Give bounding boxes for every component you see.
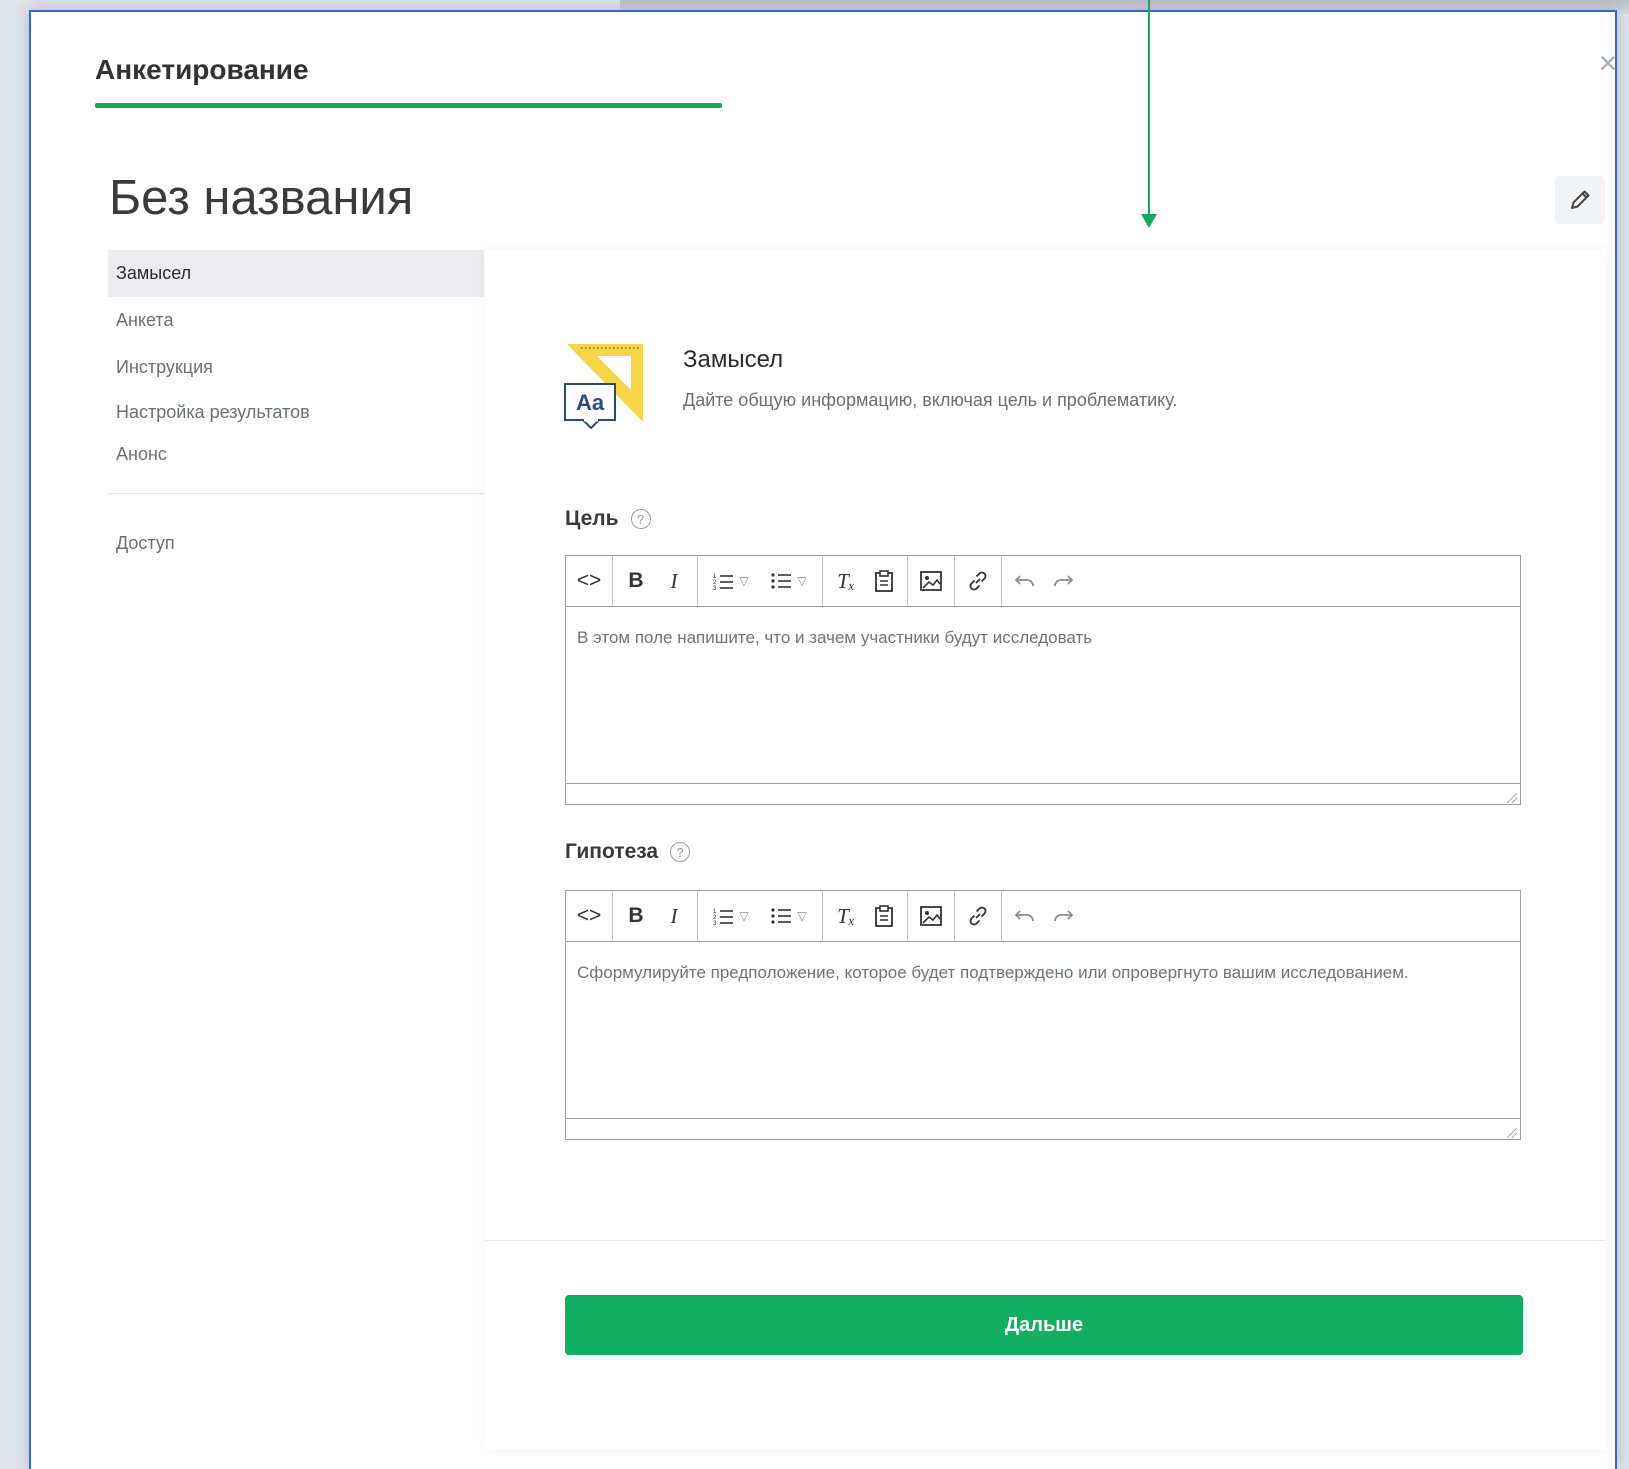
sidebar-item-instruction[interactable]: Инструкция — [108, 344, 484, 391]
bullet-list-icon — [771, 573, 792, 589]
goal-label-text: Цель — [565, 507, 619, 530]
image-icon — [920, 571, 942, 591]
sidebar-item-zamysel[interactable]: Замысел — [108, 250, 484, 297]
numbered-list-button[interactable]: 123 ▽ — [702, 894, 760, 938]
undo-icon — [1014, 575, 1034, 587]
hypothesis-label: Гипотеза ? — [565, 840, 691, 864]
clipboard-icon — [875, 905, 893, 927]
svg-text:3: 3 — [713, 921, 717, 925]
link-icon — [969, 906, 987, 926]
survey-name: Без названия — [109, 171, 414, 225]
goal-editor: <> B I 123 ▽ ▽ Tₓ В этом поле напишите, … — [565, 555, 1521, 805]
goal-input[interactable]: В этом поле напишите, что и зачем участн… — [566, 607, 1520, 783]
numbered-list-icon: 123 — [713, 574, 734, 590]
title-underline — [95, 103, 722, 108]
source-code-button[interactable]: <> — [570, 559, 608, 603]
help-icon[interactable]: ? — [670, 842, 691, 862]
bold-button[interactable]: B — [617, 559, 655, 603]
editor-statusbar — [566, 783, 1520, 806]
hypothesis-editor: <> B I 123 ▽ ▽ Tₓ Сформулируйте предполо… — [565, 890, 1521, 1140]
chevron-down-icon: ▽ — [739, 574, 749, 588]
paste-button[interactable] — [865, 894, 903, 938]
insert-link-button[interactable] — [959, 894, 997, 938]
image-icon — [920, 906, 942, 926]
resize-handle[interactable] — [1507, 793, 1517, 803]
annotation-arrow-line — [1148, 0, 1150, 215]
svg-text:3: 3 — [713, 586, 717, 590]
clear-format-button[interactable]: Tₓ — [827, 894, 865, 938]
chevron-down-icon: ▽ — [739, 909, 749, 923]
undo-button[interactable] — [1006, 894, 1044, 938]
help-icon[interactable]: ? — [630, 509, 651, 529]
modal-title: Анкетирование — [95, 54, 309, 85]
next-button[interactable]: Дальше — [565, 1295, 1523, 1355]
goal-label: Цель ? — [565, 507, 651, 531]
clipboard-icon — [875, 570, 893, 592]
sidebar-item-announcement[interactable]: Анонс — [108, 433, 484, 475]
sidebar-divider — [108, 493, 484, 494]
card-divider — [485, 1240, 1606, 1241]
hypothesis-input[interactable]: Сформулируйте предположение, которое буд… — [566, 942, 1520, 1118]
redo-button[interactable] — [1044, 894, 1082, 938]
sidebar-item-results-settings[interactable]: Настройка результатов — [108, 391, 484, 433]
link-icon — [969, 571, 987, 591]
sidebar-nav: Замысел Анкета Инструкция Настройка резу… — [108, 250, 484, 567]
redo-icon — [1054, 575, 1074, 587]
editor-toolbar: <> B I 123 ▽ ▽ Tₓ — [566, 891, 1520, 942]
sidebar-item-access[interactable]: Доступ — [108, 520, 484, 567]
bold-button[interactable]: B — [617, 894, 655, 938]
bullet-list-button[interactable]: ▽ — [760, 894, 818, 938]
resize-handle[interactable] — [1507, 1128, 1517, 1138]
annotation-arrow-head-icon — [1141, 214, 1157, 228]
clear-format-button[interactable]: Tₓ — [827, 559, 865, 603]
ruler-triangle-aa-icon: Aa — [564, 344, 643, 429]
insert-link-button[interactable] — [959, 559, 997, 603]
insert-image-button[interactable] — [912, 559, 950, 603]
section-description: Дайте общую информацию, включая цель и п… — [683, 390, 1178, 410]
chevron-down-icon: ▽ — [797, 909, 807, 923]
bullet-list-icon — [771, 908, 792, 924]
undo-icon — [1014, 910, 1034, 922]
insert-image-button[interactable] — [912, 894, 950, 938]
pencil-icon — [1571, 190, 1590, 209]
paste-button[interactable] — [865, 559, 903, 603]
hypothesis-label-text: Гипотеза — [565, 840, 659, 863]
section-title: Замысел — [683, 346, 784, 373]
redo-button[interactable] — [1044, 559, 1082, 603]
chevron-down-icon: ▽ — [797, 574, 807, 588]
italic-button[interactable]: I — [655, 894, 693, 938]
icon-aa-text: Aa — [576, 390, 605, 415]
sidebar-item-anketa[interactable]: Анкета — [108, 297, 484, 344]
italic-button[interactable]: I — [655, 559, 693, 603]
editor-statusbar — [566, 1118, 1520, 1141]
bullet-list-button[interactable]: ▽ — [760, 559, 818, 603]
redo-icon — [1054, 910, 1074, 922]
numbered-list-button[interactable]: 123 ▽ — [702, 559, 760, 603]
survey-modal: Анкетирование × Без названия Замысел Анк… — [29, 10, 1617, 1469]
source-code-button[interactable]: <> — [570, 894, 608, 938]
edit-name-button[interactable] — [1555, 176, 1605, 224]
undo-button[interactable] — [1006, 559, 1044, 603]
close-button[interactable]: × — [1593, 47, 1623, 79]
editor-toolbar: <> B I 123 ▽ ▽ Tₓ — [566, 556, 1520, 607]
numbered-list-icon: 123 — [713, 909, 734, 925]
content-card: Aa Замысел Дайте общую информацию, включ… — [485, 250, 1606, 1450]
